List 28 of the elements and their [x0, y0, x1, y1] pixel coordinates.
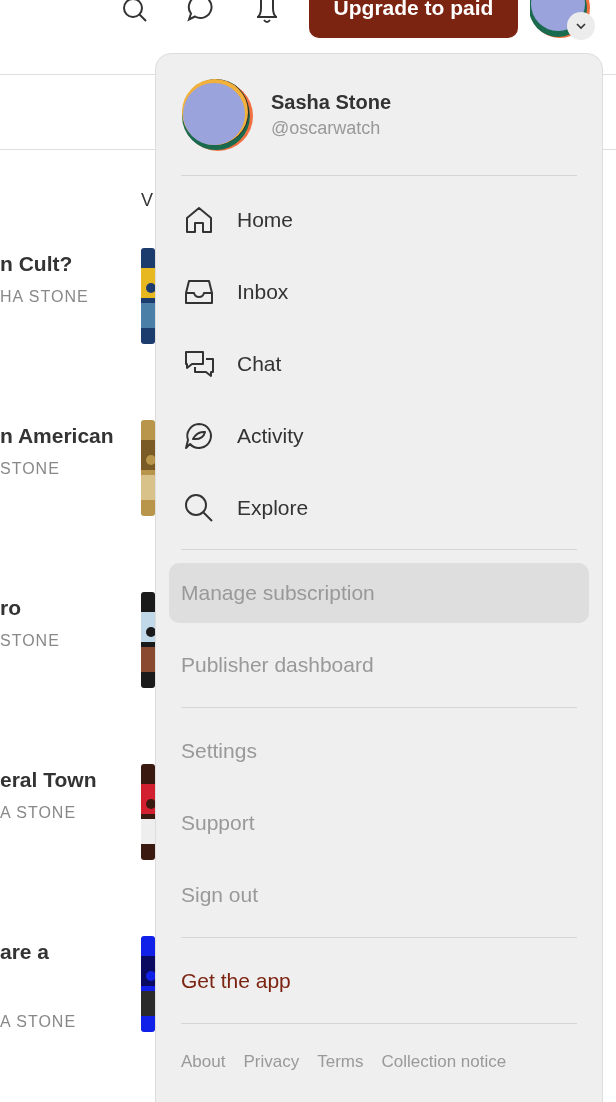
article-title[interactable]: are a [0, 940, 77, 964]
menu-item[interactable]: Home [169, 184, 589, 256]
search-icon [183, 492, 215, 524]
article-title[interactable]: eral Town [0, 768, 97, 792]
article-author: A STONE [0, 804, 78, 822]
chevron-down-icon[interactable] [567, 12, 595, 40]
upgrade-button[interactable]: Upgrade to paid [309, 0, 518, 38]
article-author: HA STONE [0, 288, 89, 306]
article-title[interactable]: n Cult? [0, 252, 89, 276]
article-author: A STONE [0, 1013, 77, 1031]
article-author: STONE [0, 632, 60, 650]
menu-item[interactable]: Activity [169, 400, 589, 472]
article-author: STONE [0, 460, 61, 478]
menu-item[interactable]: Explore [169, 472, 589, 544]
chat-bubbles-icon [183, 348, 215, 380]
user-name: Sasha Stone [271, 90, 392, 114]
user-handle: @oscarwatch [271, 117, 382, 139]
menu-item[interactable]: Inbox [169, 256, 589, 328]
article-title[interactable]: ro [0, 596, 60, 620]
menu-item[interactable]: Chat [169, 328, 589, 400]
chat-bubble-icon[interactable] [187, 0, 213, 24]
bell-icon[interactable] [254, 0, 280, 24]
home-icon [183, 204, 215, 236]
column-heading: V [141, 190, 153, 211]
search-icon[interactable] [122, 0, 148, 24]
sparkle-bubble-icon [183, 420, 215, 452]
menu-item[interactable]: Get the app [169, 951, 589, 1011]
article-title[interactable]: n American [0, 424, 114, 448]
